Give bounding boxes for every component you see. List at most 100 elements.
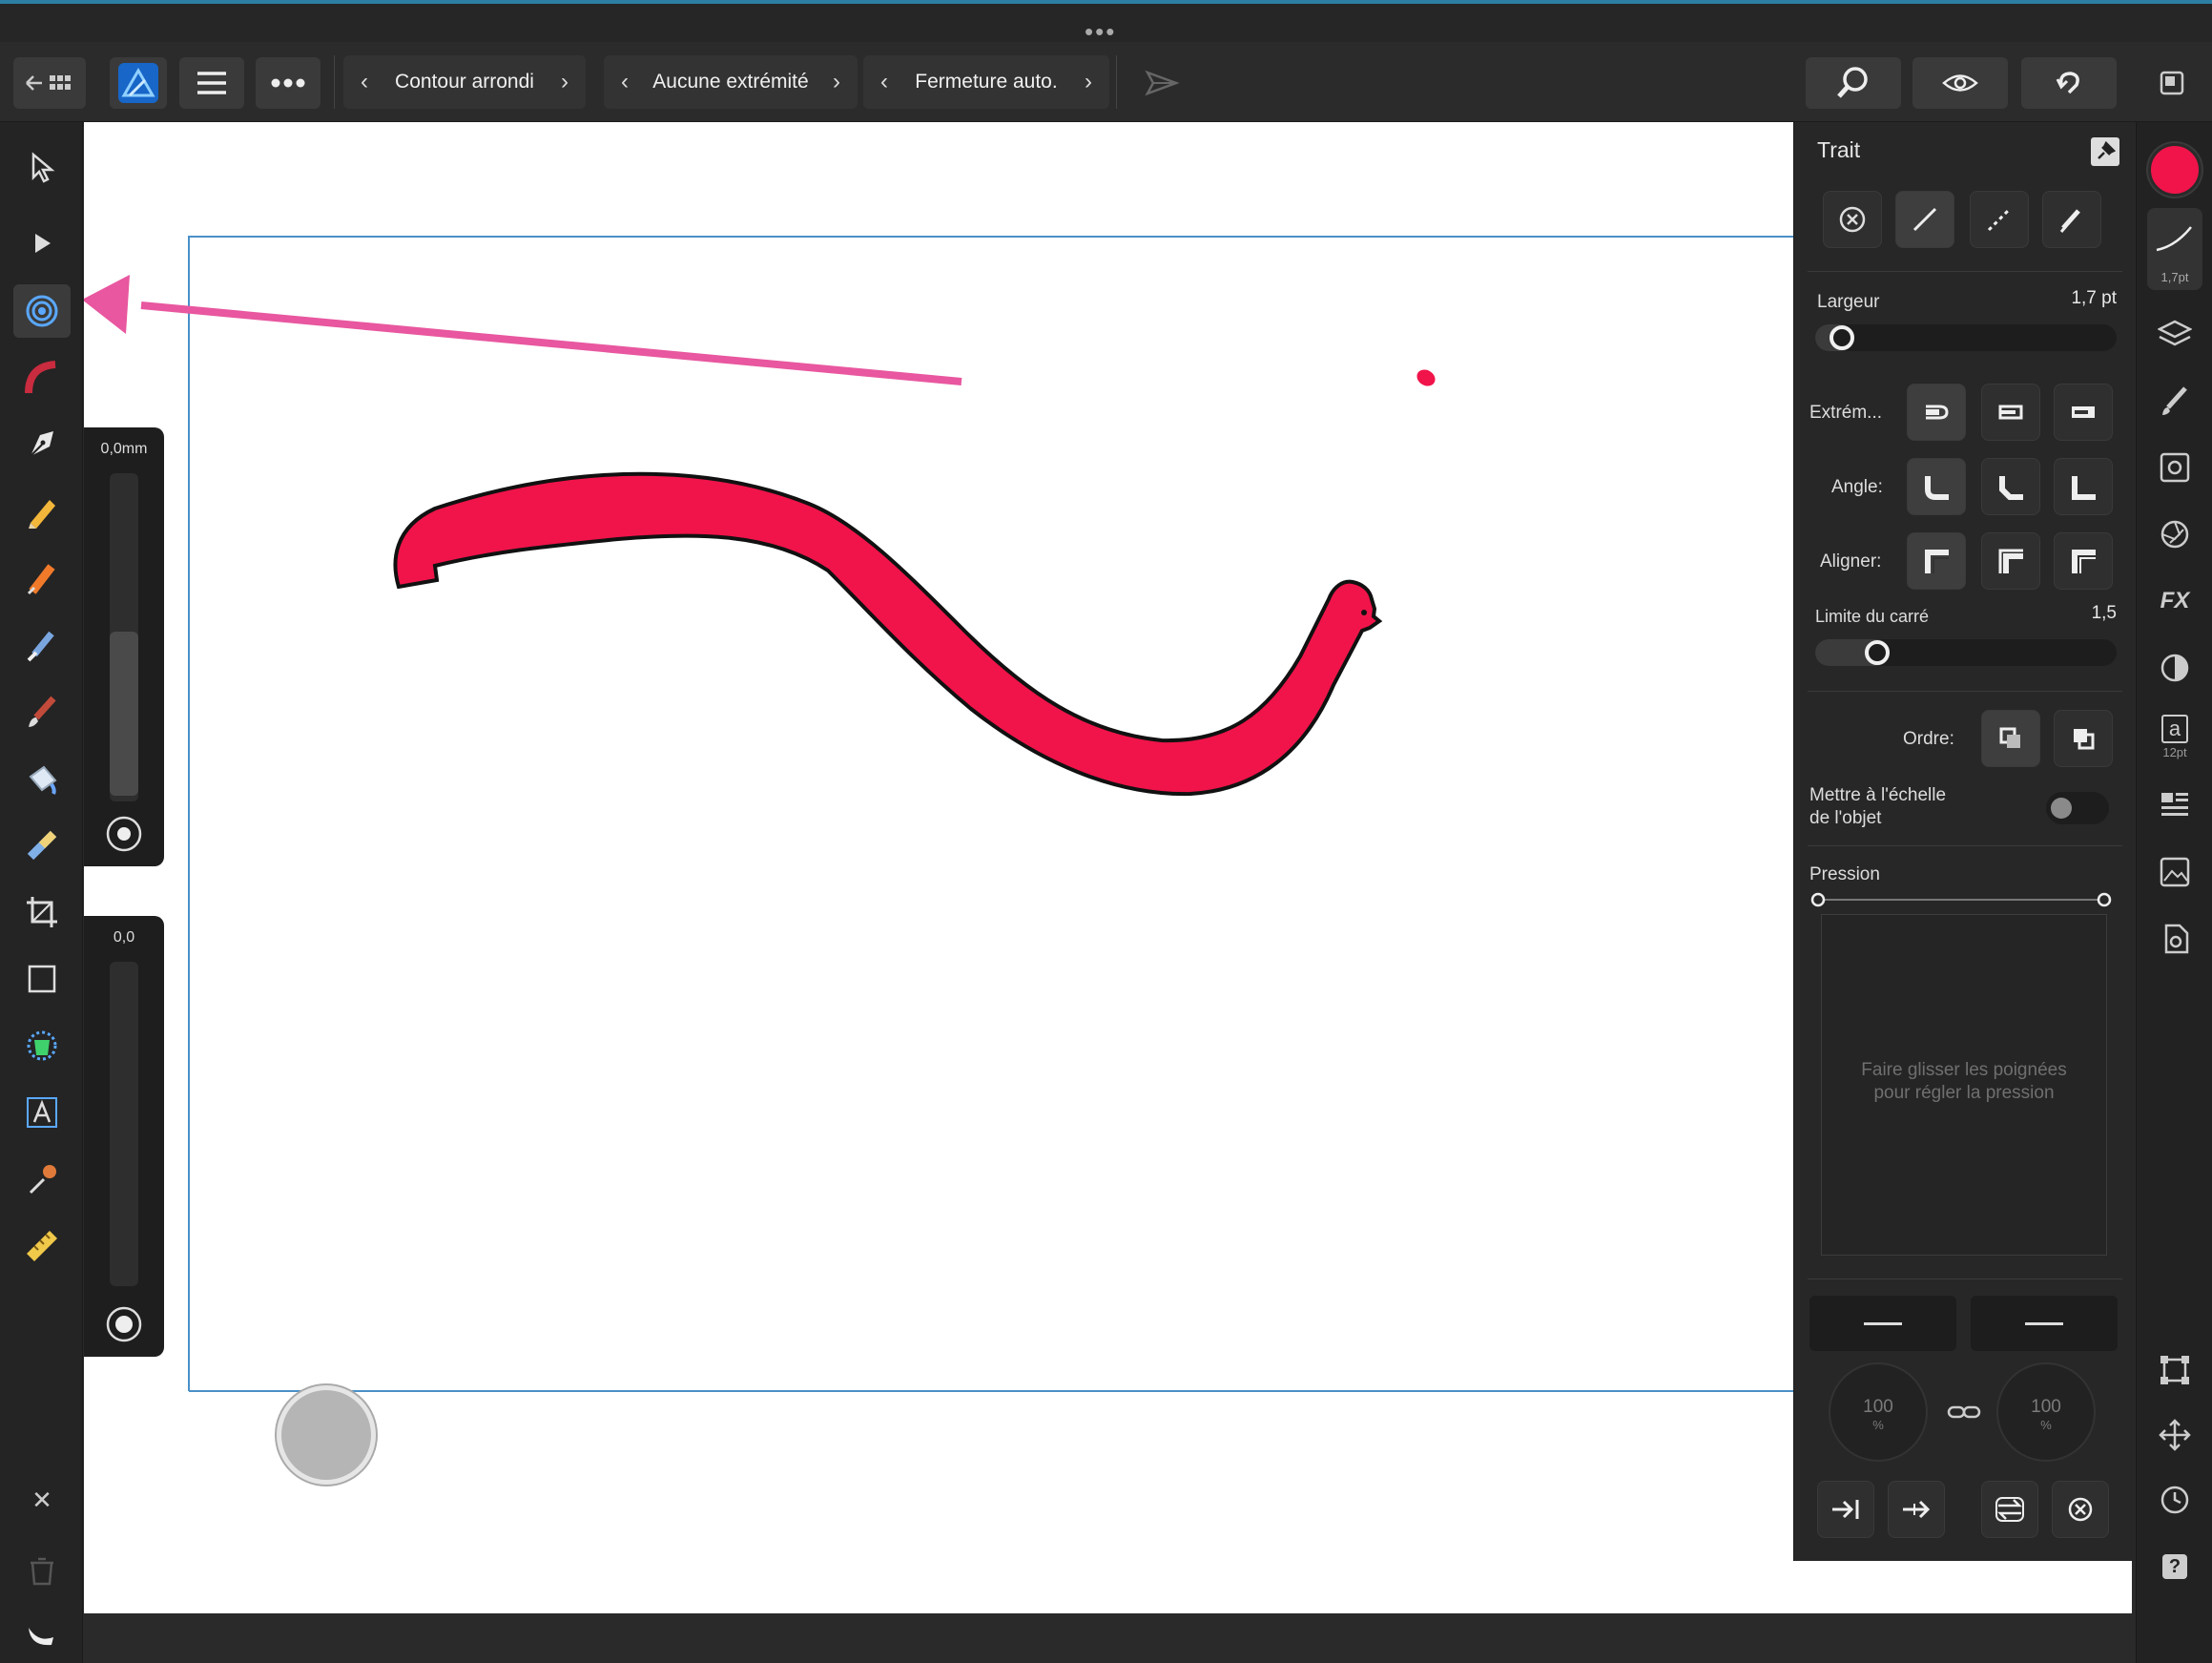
miter-limit-slider[interactable] [1815, 639, 2117, 666]
gradient-tool[interactable] [13, 819, 71, 872]
stroke-behind-icon [1999, 727, 2020, 748]
measure-tool[interactable] [13, 1219, 71, 1273]
move-tool[interactable] [13, 141, 71, 195]
close-button[interactable]: ✕ [13, 1473, 71, 1527]
width-slider-knob[interactable] [1830, 325, 1854, 350]
pin-panel-button[interactable] [2091, 137, 2119, 166]
app-logo-button[interactable] [110, 57, 167, 109]
history-panel-button[interactable] [2150, 1475, 2200, 1525]
end-arrowhead-button[interactable] [1971, 1296, 2118, 1351]
brushes-panel-button[interactable] [2150, 376, 2200, 426]
square-cap-button[interactable] [2054, 384, 2113, 441]
crop-tool[interactable] [13, 885, 71, 939]
stroke-none-button[interactable] [1823, 191, 1882, 248]
stroke-dashed-button[interactable] [1970, 191, 2029, 248]
width-slider-track[interactable] [110, 473, 138, 801]
round-join-button[interactable] [1907, 458, 1966, 515]
scale-label-line2: de l'objet [1809, 808, 1882, 828]
width-slider-handle-icon[interactable] [105, 815, 143, 853]
pressure-curve-handles[interactable] [1808, 885, 2122, 914]
butt-cap-button[interactable] [1907, 384, 1966, 441]
pencil-tool[interactable] [13, 485, 71, 538]
back-to-home-button[interactable] [13, 57, 86, 109]
night-mode-button[interactable] [13, 1607, 71, 1660]
layers-panel-button[interactable] [2150, 309, 2200, 359]
vector-brush-tool[interactable] [13, 551, 71, 605]
send-button[interactable] [1135, 57, 1189, 109]
stroke-profile-stepper[interactable]: ‹ Contour arrondi › [343, 55, 586, 109]
color-picker-tool[interactable] [13, 1153, 71, 1206]
closure-stepper[interactable]: ‹ Fermeture auto. › [863, 55, 1109, 109]
next-closure-chevron-icon[interactable]: › [1085, 69, 1092, 95]
transparency-panel-button[interactable] [2150, 643, 2200, 693]
round-cap-icon [1926, 405, 1949, 420]
delete-button[interactable] [13, 1544, 71, 1597]
stroke-front-fill-button[interactable] [2054, 710, 2113, 767]
start-arrowhead-button[interactable] [1809, 1296, 1956, 1351]
brush-icon [2162, 386, 2187, 415]
previous-closure-chevron-icon[interactable]: ‹ [880, 69, 888, 95]
stroke-brush-button[interactable] [2042, 191, 2101, 248]
swap-arrowheads-button[interactable] [1981, 1481, 2038, 1538]
width-value[interactable]: 1,7 pt [2004, 288, 2117, 309]
miter-limit-value[interactable]: 1,5 [2004, 603, 2117, 624]
end-scale-value: 100 [2031, 1397, 2061, 1417]
assets-panel-button[interactable] [2150, 847, 2200, 897]
window-layout-button[interactable] [2153, 57, 2191, 109]
smoothing-slider-track[interactable] [110, 962, 138, 1286]
navigator-panel-button[interactable] [2150, 780, 2200, 830]
arrow-to-end-button[interactable] [1817, 1481, 1874, 1538]
width-slider[interactable] [1815, 324, 2117, 351]
rectangle-tool[interactable] [13, 952, 71, 1006]
zoom-button[interactable] [1806, 57, 1901, 109]
transform-panel-button[interactable] [2150, 1345, 2200, 1395]
undo-button[interactable] [2021, 57, 2117, 109]
align-center-button[interactable] [1907, 532, 1966, 590]
paint-bucket-tool[interactable] [13, 752, 71, 805]
menu-button[interactable] [179, 57, 244, 109]
node-tool[interactable] [13, 218, 71, 271]
move-panel-button[interactable] [2150, 1410, 2200, 1460]
start-arrowhead-scale-dial[interactable]: 100 % [1829, 1362, 1928, 1462]
smoothing-slider-handle-icon[interactable] [105, 1305, 143, 1343]
miter-slider-knob[interactable] [1865, 640, 1890, 665]
previous-profile-chevron-icon[interactable]: ‹ [361, 69, 368, 95]
previous-end-chevron-icon[interactable]: ‹ [621, 69, 629, 95]
appearance-panel-button[interactable] [2150, 443, 2200, 492]
fill-tool[interactable] [13, 618, 71, 672]
reset-arrowheads-button[interactable] [2052, 1481, 2109, 1538]
help-button[interactable]: ? [2150, 1542, 2200, 1591]
align-outside-button[interactable] [2054, 532, 2113, 590]
bevel-join-icon [1999, 476, 2023, 500]
end-arrowhead-scale-dial[interactable]: 100 % [1996, 1362, 2096, 1462]
text-styles-panel-button[interactable]: a 12pt [2150, 706, 2200, 767]
arrow-past-end-button[interactable] [1888, 1481, 1945, 1538]
contour-tool[interactable] [13, 284, 71, 338]
effects-panel-button[interactable]: FX [2150, 576, 2200, 626]
stroke-style-chip[interactable]: 1,7pt [2147, 208, 2202, 290]
text-tool[interactable] [13, 1086, 71, 1139]
bevel-join-button[interactable] [1981, 458, 2040, 515]
symbols-panel-button[interactable] [2150, 509, 2200, 559]
corner-tool[interactable] [13, 351, 71, 405]
fill-color-swatch[interactable] [2148, 143, 2202, 197]
reset-icon [2068, 1497, 2093, 1522]
next-profile-chevron-icon[interactable]: › [561, 69, 569, 95]
round-cap-button[interactable] [1981, 384, 2040, 441]
hamburger-menu-icon [197, 72, 226, 94]
document-settings-button[interactable] [2150, 914, 2200, 964]
line-end-stepper[interactable]: ‹ Aucune extrémité › [604, 55, 858, 109]
stroke-behind-fill-button[interactable] [1981, 710, 2040, 767]
pen-tool[interactable] [13, 418, 71, 471]
link-chain-icon[interactable] [1947, 1403, 1981, 1422]
stroke-solid-button[interactable] [1895, 191, 1954, 248]
shape-builder-tool[interactable] [13, 1019, 71, 1072]
pixel-brush-tool[interactable] [13, 685, 71, 738]
scale-with-object-toggle[interactable] [2046, 792, 2109, 824]
quick-menu-button[interactable] [277, 1385, 376, 1485]
align-inside-button[interactable] [1981, 532, 2040, 590]
miter-join-button[interactable] [2054, 458, 2113, 515]
view-mode-button[interactable] [1912, 57, 2008, 109]
more-options-button[interactable] [256, 57, 320, 109]
next-end-chevron-icon[interactable]: › [833, 69, 840, 95]
